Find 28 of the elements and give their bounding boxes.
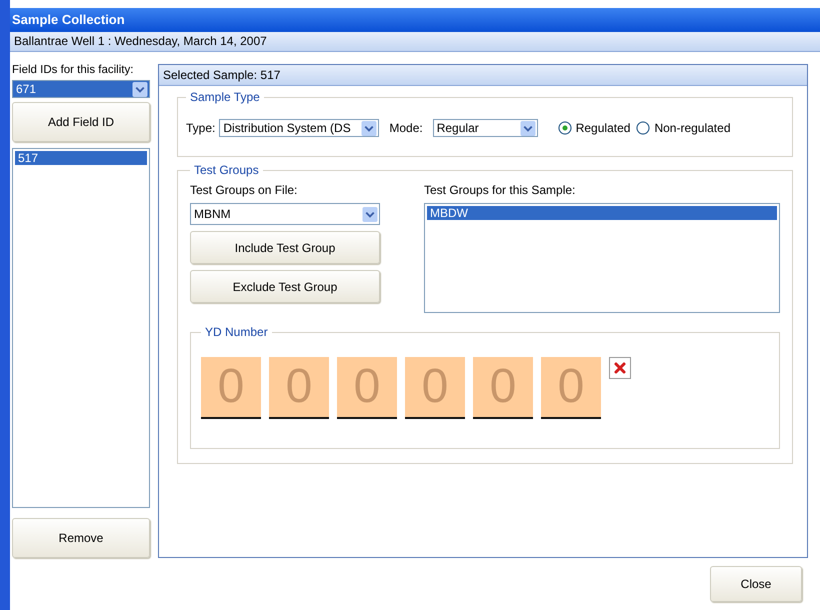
field-id-item[interactable]: 517 [15, 151, 147, 165]
test-groups-for-sample-label: Test Groups for this Sample: [424, 183, 576, 197]
field-id-dropdown[interactable]: 671 [12, 80, 150, 98]
panel-header: Selected Sample: 517 [159, 65, 807, 86]
radio-button[interactable] [636, 121, 650, 135]
radio-option[interactable]: Non-regulated [636, 121, 730, 135]
mode-label: Mode: [389, 121, 423, 135]
test-group-item[interactable]: MBDW [427, 206, 777, 220]
remove-button[interactable]: Remove [12, 518, 150, 558]
radio-option[interactable]: Regulated [558, 121, 630, 135]
close-button[interactable]: Close [710, 566, 802, 602]
test-group-dropdown[interactable]: MBNM [190, 203, 380, 225]
group-legend: Sample Type [186, 90, 264, 104]
exclude-test-group-button[interactable]: Exclude Test Group [190, 270, 380, 303]
test-groups-on-file-label: Test Groups on File: [190, 183, 298, 197]
group-legend: YD Number [201, 325, 272, 339]
close-icon [613, 361, 627, 375]
window-subtitle: Ballantrae Well 1 : Wednesday, March 14, 2007 [10, 32, 820, 52]
include-test-group-button[interactable]: Include Test Group [190, 231, 380, 264]
group-legend: Test Groups [190, 163, 263, 177]
window-title: Sample Collection [10, 8, 820, 32]
type-dropdown[interactable]: Distribution System (DS [219, 119, 380, 137]
mode-dropdown[interactable]: Regular [432, 119, 538, 137]
field-ids-label: Field IDs for this facility: [12, 64, 134, 76]
clear-button[interactable] [609, 357, 631, 379]
type-label: Type: [186, 121, 216, 135]
add-field-id-button[interactable]: Add Field ID [12, 102, 150, 142]
radio-button[interactable] [558, 121, 572, 135]
